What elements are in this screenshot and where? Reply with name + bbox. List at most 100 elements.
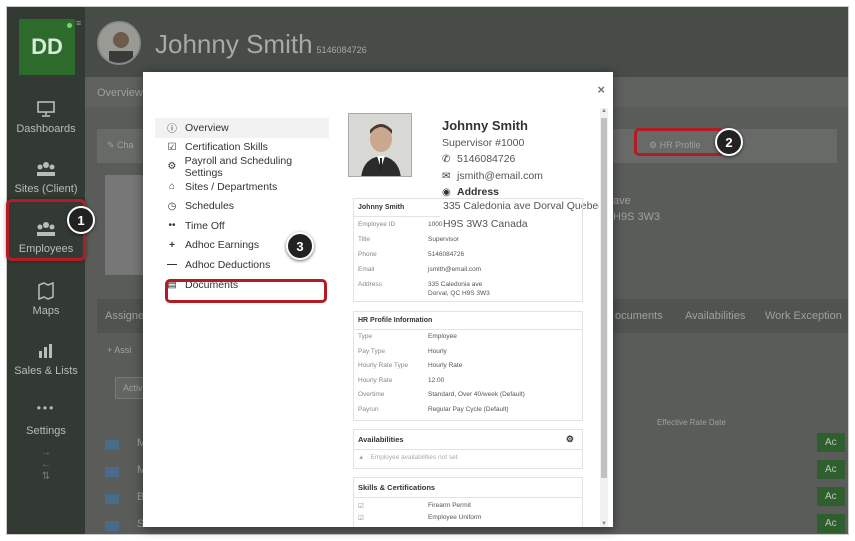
- change-link[interactable]: ✎ Cha: [107, 140, 134, 151]
- scroll-thumb[interactable]: [601, 118, 607, 478]
- profile-phone: 5146084726: [457, 153, 516, 165]
- menu-icon[interactable]: ≡: [76, 19, 84, 28]
- tab-overview[interactable]: Overview: [97, 87, 143, 99]
- highlight-hr-profile: [634, 128, 724, 156]
- app-logo[interactable]: DD: [19, 19, 75, 75]
- gear-icon: ⚙: [167, 161, 177, 173]
- employee-name: Johnny Smith: [155, 29, 313, 59]
- menu-item-label: Payroll and Scheduling Settings: [184, 154, 293, 179]
- field-label: Phone: [358, 251, 377, 258]
- sidebar-item-label: Dashboards: [16, 123, 76, 135]
- tab-documents[interactable]: ocuments: [615, 310, 663, 322]
- email-icon: ✉: [442, 171, 451, 182]
- employee-photo: [105, 175, 145, 275]
- row-expand-icon[interactable]: [105, 494, 119, 504]
- checkbox-icon: ☑: [167, 141, 177, 153]
- availabilities-empty-text: Employee availabilities not set: [370, 454, 458, 461]
- summary-row: Address 335 Caledonia ave: [354, 281, 582, 290]
- sidebar-item-sales-lists[interactable]: Sales & Lists: [7, 341, 85, 377]
- summary-row: Dorval, QC H9S 3W3: [354, 290, 582, 299]
- sidebar-item-dashboards[interactable]: Dashboards: [7, 99, 85, 135]
- warning-icon: ▲: [358, 454, 365, 461]
- dots-icon: •••: [36, 401, 56, 415]
- scroll-down-icon[interactable]: ▼: [600, 521, 608, 527]
- checkbox-icon: ☑: [358, 515, 364, 522]
- sidebar-item-settings[interactable]: ••• Settings: [7, 401, 85, 437]
- status-badge: Ac: [817, 487, 845, 506]
- menu-item-label: Schedules: [185, 200, 235, 213]
- summary-row: Title Supervisor: [354, 236, 582, 251]
- avatar-image: [99, 23, 139, 63]
- modal-scrollbar[interactable]: ▲ ▼: [600, 108, 608, 527]
- minus-icon: —: [167, 259, 177, 271]
- menu-item-sites-departments[interactable]: ⌂ Sites / Departments: [155, 177, 329, 197]
- callout-3: 3: [286, 232, 314, 260]
- sidebar-item-label: Sales & Lists: [14, 365, 78, 377]
- sidebar-item-label: Settings: [26, 425, 66, 437]
- avatar: [97, 21, 141, 65]
- tab-work-exception[interactable]: Work Exception: [765, 310, 842, 322]
- sites-icon: [37, 162, 55, 176]
- menu-item-label: Certification Skills: [185, 141, 268, 154]
- field-label: [358, 290, 428, 299]
- gear-icon[interactable]: ⚙: [566, 434, 574, 445]
- hr-row: Hourly Rate Type Hourly Rate: [354, 362, 582, 377]
- menu-item-schedules[interactable]: ◷ Schedules: [155, 196, 329, 216]
- callout-1: 1: [67, 206, 95, 234]
- hr-row: Type Employee: [354, 333, 582, 348]
- page-title: Johnny Smith 5146084726: [155, 29, 367, 60]
- hr-card-title: HR Profile Information: [354, 312, 582, 330]
- hr-row: Payrun Regular Pay Cycle (Default): [354, 406, 582, 421]
- scroll-up-icon[interactable]: ▲: [600, 108, 608, 114]
- skills-card: Skills & Certifications ☑ Firearm Permit …: [353, 477, 583, 527]
- menu-item-label: Time Off: [185, 219, 225, 232]
- hr-row: Overtime Standard, Over 40/week (Default): [354, 391, 582, 406]
- tab-assigned[interactable]: Assigne: [105, 310, 144, 322]
- field-value: Hourly Rate: [428, 362, 463, 369]
- field-value: Standard, Over 40/week (Default): [428, 391, 525, 398]
- column-header: Effective Rate Date: [657, 418, 726, 427]
- field-value: 5146084726: [428, 251, 465, 258]
- skill-name: Employee Uniform: [428, 514, 482, 521]
- plus-icon: +: [169, 239, 175, 251]
- availabilities-title: Availabilities: [358, 435, 404, 444]
- skill-row: ☑ Firearm Permit: [354, 498, 582, 514]
- change-label: Cha: [117, 140, 134, 150]
- menu-item-payroll-settings[interactable]: ⚙ Payroll and Scheduling Settings: [155, 154, 329, 179]
- menu-item-label: Adhoc Earnings: [185, 239, 260, 252]
- status-badge: Ac: [817, 433, 845, 452]
- skill-row: ☑ Employee Uniform: [354, 514, 582, 527]
- field-value: 12.00: [428, 376, 445, 384]
- map-icon: [38, 281, 54, 301]
- sidebar-item-maps[interactable]: Maps: [7, 281, 85, 317]
- overview-panel: Johnny Smith Supervisor #1000 ✆ 514608472…: [343, 108, 599, 527]
- row-expand-icon[interactable]: [105, 521, 119, 531]
- assign-button[interactable]: + Assi: [107, 345, 131, 355]
- menu-item-overview[interactable]: ⓘ Overview: [155, 118, 329, 138]
- skills-title: Skills & Certifications: [354, 478, 582, 498]
- summary-row: Email jsmith@email.com: [354, 266, 582, 281]
- row-expand-icon[interactable]: [105, 467, 119, 477]
- profile-photo: [348, 113, 412, 177]
- address-fragment: ave: [613, 195, 631, 207]
- chart-icon: [39, 344, 52, 358]
- menu-item-label: Overview: [185, 121, 229, 134]
- tab-availabilities[interactable]: Availabilities: [685, 310, 745, 322]
- ellipsis-icon: ••: [168, 220, 176, 232]
- field-label: Pay Type: [358, 347, 385, 355]
- row-expand-icon[interactable]: [105, 440, 119, 450]
- field-label: Type: [358, 333, 373, 340]
- collapse-arrows-icon[interactable]: → ← ⇅: [7, 447, 85, 483]
- sidebar-item-sites[interactable]: Sites (Client): [7, 159, 85, 195]
- info-icon: ⓘ: [167, 124, 177, 136]
- status-badge: Ac: [817, 514, 845, 533]
- sidebar-item-label: Sites (Client): [14, 183, 78, 195]
- clock-icon: ◷: [167, 200, 177, 212]
- checkbox-icon: ☑: [358, 503, 364, 510]
- close-icon[interactable]: ×: [597, 82, 605, 97]
- summary-row: Phone 5146084726: [354, 251, 582, 266]
- profile-email: jsmith@email.com: [457, 170, 543, 182]
- callout-2: 2: [715, 128, 743, 156]
- summary-row: Employee ID 1000: [354, 221, 582, 236]
- menu-item-label: Adhoc Deductions: [185, 258, 271, 271]
